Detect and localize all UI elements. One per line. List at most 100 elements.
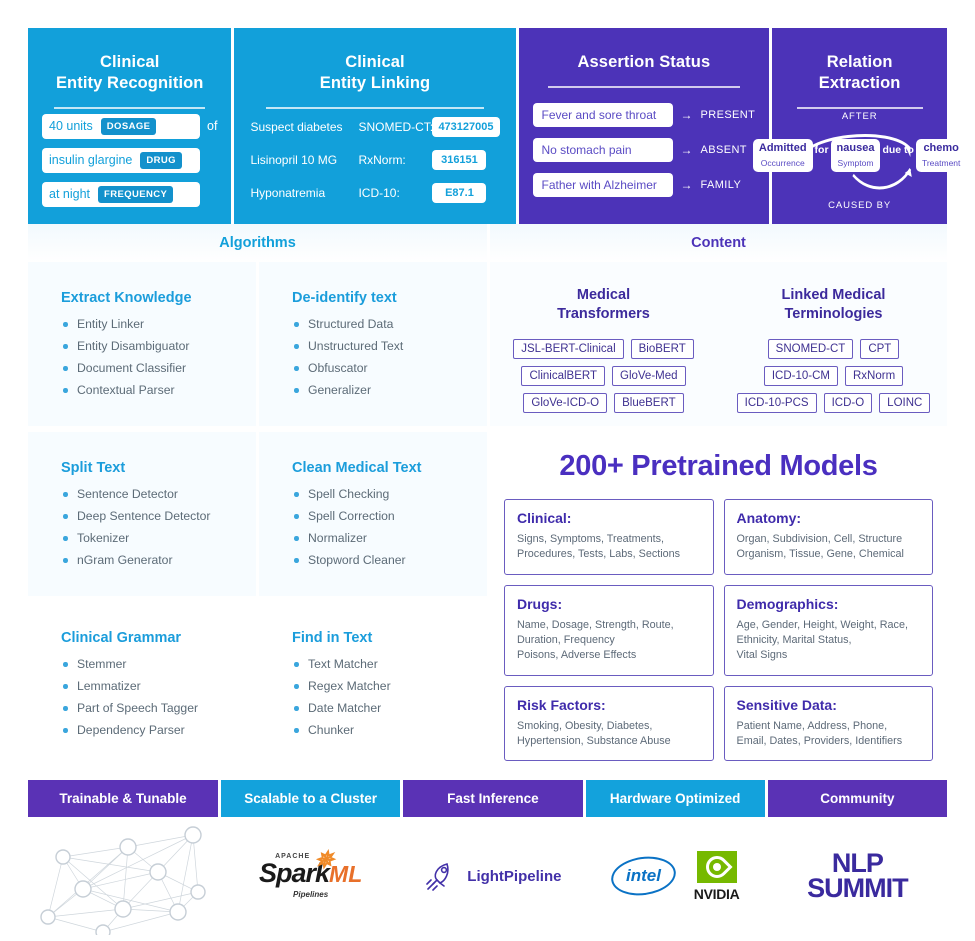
algo-item: Unstructured Text xyxy=(292,339,487,353)
footer-col-scalable-cluster: Scalable to a Cluster APACHE Spark ✵ ML … xyxy=(221,780,401,935)
footer-title: Fast Inference xyxy=(403,780,583,817)
algo-card-extract-knowledge: Extract Knowledge Entity Linker Entity D… xyxy=(28,262,256,426)
ner-chip: insulin glargine DRUG xyxy=(42,147,200,173)
panel-title: Clinical Entity Linking xyxy=(319,53,431,93)
tag-group: SNOMED-CT CPT ICD-10-CM RxNorm ICD-10-PC… xyxy=(736,338,931,413)
ner-example-list: 40 units DOSAGE of insulin glargine DRUG xyxy=(42,113,218,207)
tag-row: JSL-BERT-Clinical BioBERT xyxy=(513,338,694,359)
model-card-body: Organ, Subdivision, Cell, Structure Orga… xyxy=(736,533,904,561)
panel-clinical-entity-linking: Clinical Entity Linking Suspect diabetes… xyxy=(234,28,516,224)
ontology-name: RxNorm: xyxy=(358,153,406,168)
relation-diagram: AFTER Admitted Occurrence for nausea Sym… xyxy=(752,109,967,212)
ner-entity-tag: DRUG xyxy=(140,151,182,169)
algo-card-clinical-grammar: Clinical Grammar Stemmer Lemmatizer Part… xyxy=(28,602,256,766)
algo-card-de-identify-text: De-identify text Structured Data Unstruc… xyxy=(259,262,487,426)
main-body: Extract Knowledge Entity Linker Entity D… xyxy=(28,262,947,774)
algo-item-list: Stemmer Lemmatizer Part of Speech Tagger… xyxy=(61,657,256,737)
section-header-content: Content xyxy=(490,224,947,262)
ner-row: 40 units DOSAGE of xyxy=(42,113,218,139)
tag-chip: GloVe-ICD-O xyxy=(523,392,608,413)
algo-item: Normalizer xyxy=(292,531,487,545)
model-card-demographics: Demographics: Age, Gender, Height, Weigh… xyxy=(723,584,933,676)
card-linked-medical-terminologies: Linked Medical Terminologies SNOMED-CT C… xyxy=(720,262,947,426)
relation-node-type: Occurrence xyxy=(760,157,805,168)
algo-item-list: Entity Linker Entity Disambiguator Docum… xyxy=(61,317,256,397)
panel-body: Suspect diabetes SNOMED-CT: 473127005 Li… xyxy=(248,109,501,212)
ner-trailing-text: of xyxy=(207,119,218,134)
model-card-head: Demographics: xyxy=(736,595,839,612)
entity-linking-row: Hyponatremia ICD-10: E87.1 xyxy=(250,183,499,204)
tag-group: JSL-BERT-Clinical BioBERT ClinicalBERT G… xyxy=(513,338,694,413)
algo-item: Sentence Detector xyxy=(61,487,256,501)
algo-item: Spell Checking xyxy=(292,487,487,501)
hardware-logos: intel NVIDIA xyxy=(608,850,740,902)
intel-logo: intel xyxy=(608,852,679,900)
footer-body: NLP SUMMIT xyxy=(767,817,947,935)
panel-body: 40 units DOSAGE of insulin glargine DRUG xyxy=(42,109,217,212)
assertion-label: FAMILY xyxy=(700,178,742,191)
relation-node: chemo Treatment xyxy=(915,138,967,172)
tag-chip: ClinicalBERT xyxy=(521,365,605,386)
algo-card-title: Extract Knowledge xyxy=(61,290,192,306)
algo-item: Tokenizer xyxy=(61,531,256,545)
algo-item: Chunker xyxy=(292,723,487,737)
algo-item: Entity Linker xyxy=(61,317,256,331)
relation-connector: for xyxy=(814,143,829,156)
tag-chip: ICD-10-PCS xyxy=(736,392,817,413)
lightpipeline-label: LightPipeline xyxy=(467,867,562,885)
model-card-anatomy: Anatomy: Organ, Subdivision, Cell, Struc… xyxy=(723,499,933,575)
footer-title: Trainable & Tunable xyxy=(28,780,218,817)
nvidia-logo: NVIDIA xyxy=(694,850,740,902)
algorithms-row: Extract Knowledge Entity Linker Entity D… xyxy=(28,262,487,426)
tag-chip: LOINC xyxy=(879,392,931,413)
tag-chip: SNOMED-CT xyxy=(767,338,854,359)
algo-item: Stemmer xyxy=(61,657,256,671)
algo-card-title: Split Text xyxy=(61,460,126,476)
apache-spark-ml-logo: APACHE Spark ✵ ML Pipelines xyxy=(259,847,362,899)
nvidia-eye-icon xyxy=(696,850,737,883)
network-graph-icon xyxy=(40,826,206,935)
panel-title: Clinical Entity Recognition xyxy=(55,53,204,93)
arrow-right-icon: → xyxy=(680,107,693,122)
ontology-name: SNOMED-CT: xyxy=(358,120,434,135)
relation-node: Admitted Occurrence xyxy=(752,138,813,172)
models-grid: Clinical: Signs, Symptoms, Treatments, P… xyxy=(504,499,933,762)
pretrained-models-panel: 200+ Pretrained Models Clinical: Signs, … xyxy=(490,432,947,774)
footer-title: Hardware Optimized xyxy=(585,780,765,817)
footer-body: LightPipeline xyxy=(403,817,583,935)
model-card-body: Patient Name, Address, Phone, Email, Dat… xyxy=(736,719,903,747)
algo-item: nGram Generator xyxy=(61,553,256,567)
algo-item-list: Structured Data Unstructured Text Obfusc… xyxy=(292,317,487,397)
model-card-body: Age, Gender, Height, Weight, Race, Ethni… xyxy=(736,618,908,662)
assertion-text: Father with Alzheimer xyxy=(532,172,673,197)
model-card-drugs: Drugs: Name, Dosage, Strength, Route, Du… xyxy=(504,584,714,676)
entity-term: Hyponatremia xyxy=(250,186,326,201)
lightpipeline-logo: LightPipeline xyxy=(424,859,561,893)
nlp-summit-logo: NLP SUMMIT xyxy=(807,850,908,902)
tag-chip: ICD-10-CM xyxy=(763,365,838,386)
assertion-row: Father with Alzheimer → FAMILY xyxy=(532,172,756,197)
tag-chip: GloVe-Med xyxy=(612,365,686,386)
ner-chip: at night FREQUENCY xyxy=(42,181,200,207)
panel-relation-extraction: Relation Extraction AFTER Admitted Occur… xyxy=(752,28,967,224)
model-card-head: Clinical: xyxy=(517,510,572,526)
algo-item: Text Matcher xyxy=(292,657,487,671)
model-card-body: Signs, Symptoms, Treatments, Procedures,… xyxy=(517,533,681,561)
tag-row: ClinicalBERT GloVe-Med xyxy=(521,365,686,386)
entity-linking-row: Suspect diabetes SNOMED-CT: 473127005 xyxy=(250,117,500,138)
footer-row: Trainable & Tunable Scalable to a Cluste… xyxy=(28,780,947,935)
content-column: Medical Transformers JSL-BERT-Clinical B… xyxy=(490,262,947,774)
algo-item: Stopword Cleaner xyxy=(292,553,487,567)
pipelines-label: Pipelines xyxy=(293,890,329,899)
assertion-label: PRESENT xyxy=(700,108,756,121)
ontology-name: ICD-10: xyxy=(358,186,400,201)
assertion-text: Fever and sore throat xyxy=(532,102,673,127)
content-top-row: Medical Transformers JSL-BERT-Clinical B… xyxy=(490,262,947,426)
ner-row: at night FREQUENCY xyxy=(42,181,217,207)
algorithms-row: Clinical Grammar Stemmer Lemmatizer Part… xyxy=(28,602,487,766)
entity-linking-table: Suspect diabetes SNOMED-CT: 473127005 Li… xyxy=(248,117,501,204)
entity-term: Suspect diabetes xyxy=(250,120,343,135)
entity-linking-row: Lisinopril 10 MG RxNorm: 316151 xyxy=(250,150,499,171)
assertion-row: Fever and sore throat → PRESENT xyxy=(532,102,756,127)
algo-item-list: Spell Checking Spell Correction Normaliz… xyxy=(292,487,487,567)
